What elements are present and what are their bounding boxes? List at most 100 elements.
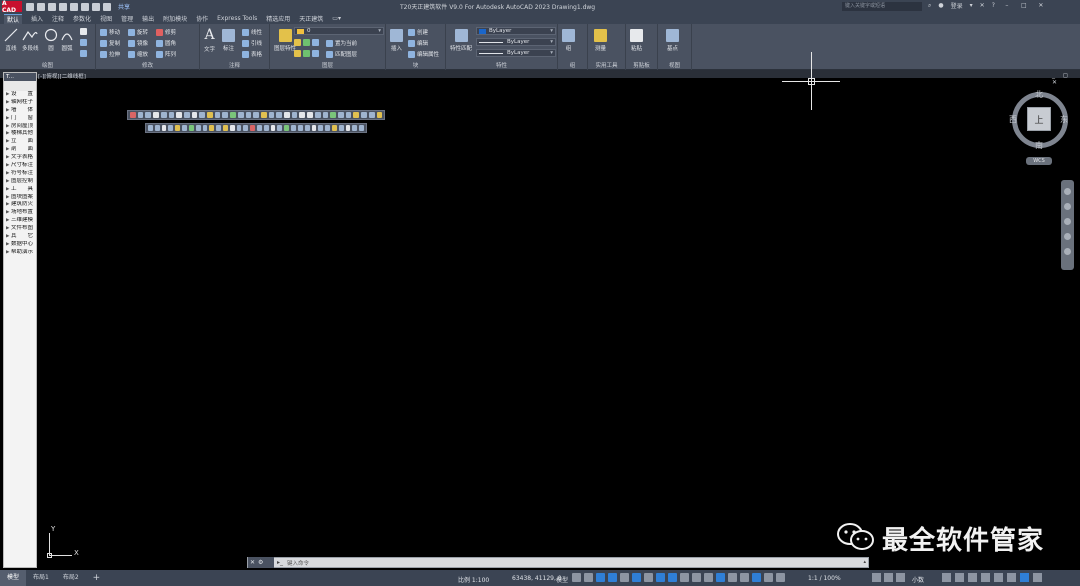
search-input[interactable]: 键入关键字或短语 — [842, 2, 922, 11]
layer-unisolate-icon[interactable] — [303, 50, 310, 57]
line-button[interactable]: 直线 — [4, 28, 18, 52]
open-file-icon[interactable] — [37, 2, 45, 11]
tool-icon[interactable] — [253, 112, 259, 118]
ribbon-tab-8[interactable]: 协作 — [196, 14, 208, 23]
add-layout-button[interactable]: + — [86, 570, 108, 586]
minimize-icon[interactable]: – — [1002, 2, 1012, 9]
layer-freeze-icon[interactable] — [312, 39, 319, 46]
command-input[interactable]: 键入命令 — [283, 559, 309, 567]
zoom-level[interactable]: 1:1 / 100% — [808, 575, 841, 582]
selection-filter-icon[interactable] — [740, 573, 749, 582]
ribbon-tab-4[interactable]: 视图 — [100, 14, 112, 23]
tool-icon[interactable] — [236, 125, 242, 131]
tool-icon[interactable] — [345, 112, 352, 118]
palette-item[interactable]: ▶ 图块图案 — [4, 194, 36, 202]
object-snap-tracking-icon[interactable] — [656, 573, 665, 582]
annotation-visibility-icon[interactable] — [764, 573, 773, 582]
palette-item[interactable]: ▶ 建筑防火 — [4, 201, 36, 209]
tool-icon[interactable] — [209, 125, 215, 131]
palette-item[interactable]: ▶ 楼梯其他 — [4, 130, 36, 138]
isolate-objects-icon[interactable] — [896, 573, 905, 582]
group-button[interactable]: 组 — [562, 29, 575, 52]
tool-icon[interactable] — [168, 125, 174, 131]
dynamic-ucs-icon[interactable] — [728, 573, 737, 582]
array-button[interactable]: 阵列 — [156, 50, 176, 58]
help-icon[interactable]: ? — [992, 2, 995, 9]
tool-icon[interactable] — [245, 112, 252, 118]
create-block-button[interactable]: 创建 — [408, 28, 428, 36]
showmotion-icon[interactable] — [1064, 248, 1071, 255]
tool-icon[interactable] — [304, 125, 310, 131]
properties-icon[interactable] — [1007, 573, 1016, 582]
tool-icon[interactable] — [338, 125, 344, 131]
clean-screen-icon[interactable] — [981, 573, 990, 582]
table-button[interactable]: 表格 — [242, 50, 262, 58]
tool-icon[interactable] — [314, 112, 321, 118]
tool-icon[interactable] — [257, 125, 262, 131]
isodraft-icon[interactable] — [644, 573, 653, 582]
tool-icon[interactable] — [154, 125, 160, 131]
palette-item[interactable]: ▶ 图层控制 — [4, 178, 36, 186]
tool-icon[interactable] — [325, 125, 330, 131]
circle-button[interactable]: 圆 — [44, 28, 58, 52]
search-icon[interactable]: ⌕ — [928, 2, 931, 10]
undo-icon[interactable] — [92, 2, 100, 11]
tool-icon[interactable] — [276, 112, 283, 118]
tool-icon[interactable] — [352, 125, 358, 131]
tool-icon[interactable] — [331, 125, 337, 131]
edit-block-button[interactable]: 编辑 — [408, 39, 428, 47]
scale-button[interactable]: 缩放 — [128, 50, 148, 58]
rotate-button[interactable]: 旋转 — [128, 28, 148, 36]
viewport-controls-label[interactable]: [-][俯视][二维线框] — [38, 72, 86, 80]
tool-icon[interactable] — [299, 112, 306, 118]
tool-icon[interactable] — [195, 125, 201, 131]
tool-icon[interactable] — [322, 112, 329, 118]
tool-icon[interactable] — [297, 125, 303, 131]
hatch-button[interactable] — [80, 39, 87, 46]
viewcube-north[interactable]: 北 — [1035, 89, 1043, 100]
tool-icon[interactable] — [214, 112, 221, 118]
gizmo-icon[interactable] — [752, 573, 761, 582]
chevron-up-icon[interactable]: ▴ — [863, 559, 866, 565]
tool-icon[interactable] — [284, 125, 290, 131]
tool-icon[interactable] — [188, 125, 194, 131]
tool-icon[interactable] — [361, 112, 367, 118]
tool-icon[interactable] — [277, 125, 283, 131]
tool-icon[interactable] — [376, 112, 383, 118]
print-icon[interactable] — [81, 2, 89, 11]
tool-icon[interactable] — [160, 112, 167, 118]
tool-icon[interactable] — [161, 125, 167, 131]
rectangle-button[interactable] — [80, 28, 87, 35]
tool-icon[interactable] — [263, 125, 269, 131]
tool-icon[interactable] — [145, 112, 152, 118]
tool-icon[interactable] — [284, 112, 290, 118]
tool-icon[interactable] — [270, 125, 276, 131]
units-dropdown[interactable]: 小数 — [912, 575, 924, 584]
copy-button[interactable]: 复制 — [100, 39, 120, 47]
trim-button[interactable]: 修剪 — [156, 28, 176, 36]
layout-tab-2[interactable]: 布局2 — [56, 570, 86, 586]
tool-icon[interactable] — [307, 112, 313, 118]
palette-item[interactable]: ▶ 文件布图 — [4, 225, 36, 233]
tool-icon[interactable] — [182, 125, 187, 131]
stretch-button[interactable]: 拉伸 — [100, 50, 120, 58]
linetype-dropdown[interactable]: ByLayer ▾ — [476, 38, 556, 46]
polyline-button[interactable]: 多段线 — [22, 28, 39, 52]
pan-icon[interactable] — [1064, 203, 1071, 210]
tool-icon[interactable] — [153, 112, 159, 118]
tool-icon[interactable] — [137, 112, 144, 118]
tool-icon[interactable] — [353, 112, 360, 118]
tool-icon[interactable] — [168, 112, 175, 118]
edit-attributes-button[interactable]: 编辑属性 — [408, 50, 439, 58]
annotation-scale[interactable]: 比例 1:100 — [458, 575, 489, 584]
tool-icon[interactable] — [229, 125, 235, 131]
base-view-button[interactable]: 基点 — [666, 29, 679, 52]
palette-item[interactable]: ▶ 数据中心 — [4, 241, 36, 249]
grid-icon[interactable] — [572, 573, 581, 582]
snap-icon[interactable] — [584, 573, 593, 582]
tool-icon[interactable] — [345, 125, 351, 131]
tool-icon[interactable] — [330, 112, 336, 118]
tool-icon[interactable] — [243, 125, 249, 131]
close-icon[interactable]: ✕ — [250, 559, 255, 566]
palette-item[interactable]: ▶ 立 面 — [4, 138, 36, 146]
